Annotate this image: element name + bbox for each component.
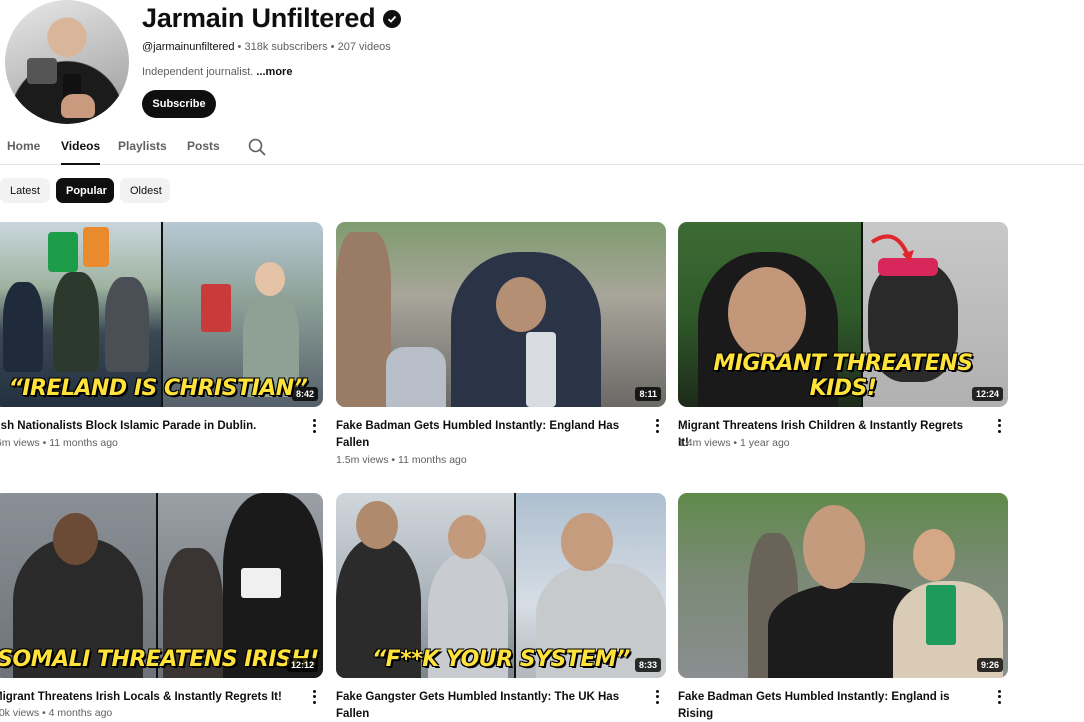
- video-title[interactable]: Migrant Threatens Irish Locals & Instant…: [0, 689, 288, 706]
- video-stats: 40k views • 4 months ago: [0, 707, 112, 719]
- video-duration: 8:11: [635, 387, 661, 401]
- verified-badge-icon: [383, 9, 402, 28]
- channel-avatar[interactable]: [5, 0, 129, 124]
- thumbnail-caption: MIGRANT THREATENS KIDS!: [713, 351, 973, 401]
- video-stats: .6m views • 11 months ago: [0, 437, 118, 449]
- more-vert-icon[interactable]: [652, 689, 662, 705]
- video-thumbnail[interactable]: SOMALI THREATENS IRISH! 12:12: [0, 493, 323, 678]
- video-duration: 8:42: [291, 387, 318, 401]
- tab-home[interactable]: Home: [7, 139, 40, 165]
- channel-name-text: Jarmain Unfiltered: [142, 3, 376, 33]
- stats-separator: •: [39, 437, 50, 449]
- video-duration: 8:33: [634, 658, 661, 672]
- chip-popular[interactable]: Popular: [56, 178, 114, 203]
- tab-videos[interactable]: Videos: [61, 139, 101, 165]
- view-count: .6m views: [0, 437, 40, 449]
- stats-separator: •: [388, 454, 399, 466]
- more-vert-icon[interactable]: [994, 689, 1004, 705]
- video-duration: 9:26: [976, 658, 1003, 672]
- video-title[interactable]: Fake Gangster Gets Humbled Instantly: Th…: [336, 689, 631, 722]
- more-vert-icon[interactable]: [309, 418, 319, 434]
- view-count: 1.4m views: [678, 437, 731, 449]
- video-count: 207 videos: [337, 41, 391, 53]
- channel-handle: @jarmainunfiltered: [142, 41, 235, 53]
- upload-age: 11 months ago: [49, 437, 118, 449]
- video-thumbnail[interactable]: MIGRANT THREATENS KIDS! 12:24: [678, 222, 1008, 407]
- meta-separator-2: •: [327, 41, 338, 53]
- channel-description-text: Independent journalist.: [142, 66, 254, 78]
- upload-age: 4 months ago: [48, 707, 113, 719]
- more-vert-icon[interactable]: [652, 418, 662, 434]
- channel-meta: @jarmainunfiltered • 318k subscribers • …: [142, 41, 391, 53]
- upload-age: 1 year ago: [740, 437, 790, 449]
- video-thumbnail[interactable]: 8:11: [336, 222, 666, 407]
- view-count: 1.5m views: [336, 454, 389, 466]
- thumbnail-caption: SOMALI THREATENS IRISH!: [0, 647, 319, 672]
- video-thumbnail[interactable]: “IRELAND IS CHRISTIAN” 8:42: [0, 222, 323, 407]
- more-vert-icon[interactable]: [994, 418, 1004, 434]
- search-icon[interactable]: [247, 137, 267, 157]
- channel-tabs: Home Videos Playlists Posts: [0, 132, 1084, 165]
- thumbnail-caption: “IRELAND IS CHRISTIAN”: [8, 376, 308, 401]
- video-stats: 1.5m views • 11 months ago: [336, 454, 467, 466]
- video-duration: 12:12: [286, 658, 318, 672]
- meta-separator-1: •: [234, 41, 245, 53]
- video-title[interactable]: Fake Badman Gets Humbled Instantly: Engl…: [336, 418, 631, 452]
- chip-latest[interactable]: Latest: [0, 178, 50, 203]
- video-title[interactable]: rish Nationalists Block Islamic Parade i…: [0, 418, 288, 435]
- stats-separator: •: [39, 707, 49, 719]
- video-thumbnail[interactable]: “F**K YOUR SYSTEM” 8:33: [336, 493, 666, 678]
- subscribe-button[interactable]: Subscribe: [142, 90, 216, 118]
- tab-posts[interactable]: Posts: [187, 139, 220, 165]
- more-link[interactable]: ...more: [253, 66, 292, 78]
- video-title[interactable]: Fake Badman Gets Humbled Instantly: Engl…: [678, 689, 973, 722]
- more-vert-icon[interactable]: [309, 689, 319, 705]
- tab-playlists[interactable]: Playlists: [118, 139, 167, 165]
- channel-name: Jarmain Unfiltered: [142, 3, 402, 34]
- arrow-icon: [870, 234, 914, 262]
- thumbnail-caption: “F**K YOUR SYSTEM”: [372, 647, 630, 672]
- view-count: 40k views: [0, 707, 40, 719]
- channel-description[interactable]: Independent journalist. ...more: [142, 66, 292, 78]
- stats-separator: •: [730, 437, 741, 449]
- video-duration: 12:24: [971, 387, 1003, 401]
- video-thumbnail[interactable]: 9:26: [678, 493, 1008, 678]
- video-stats: 1.4m views • 1 year ago: [678, 437, 790, 449]
- chip-oldest[interactable]: Oldest: [120, 178, 170, 203]
- upload-age: 11 months ago: [398, 454, 467, 466]
- subscriber-count: 318k subscribers: [244, 41, 328, 53]
